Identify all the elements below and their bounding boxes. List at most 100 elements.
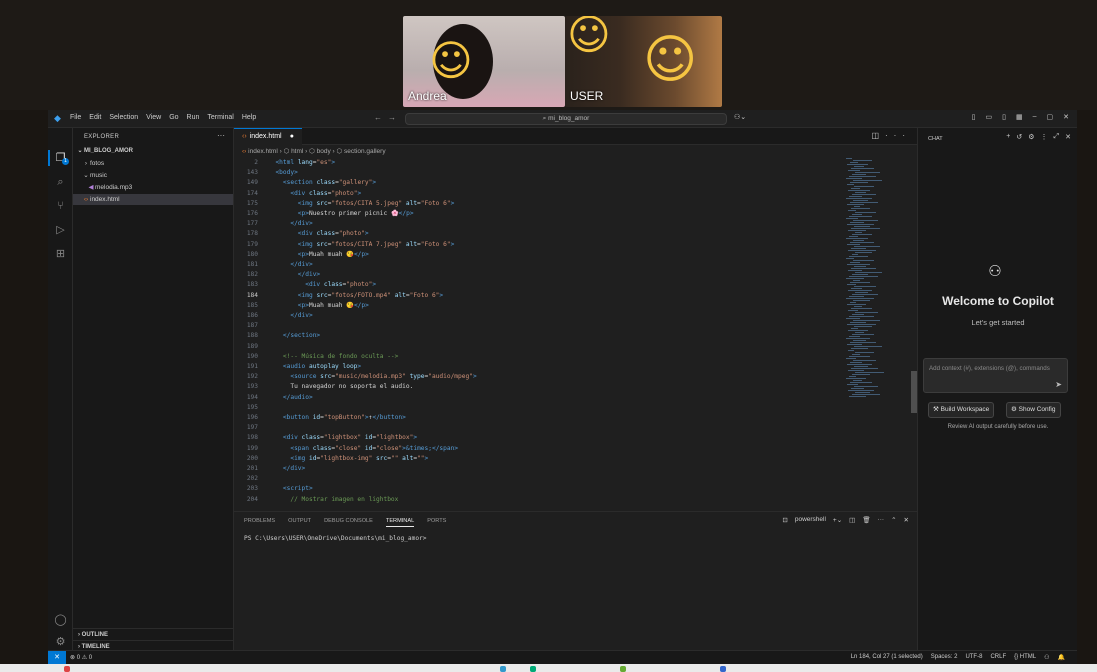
- tree-item-melodia[interactable]: ◀ melodia.mp3: [73, 182, 233, 193]
- layout-panel-icon[interactable]: ▭: [985, 113, 992, 121]
- code-line[interactable]: 198 <div class="lightbox" id="lightbox">: [234, 433, 834, 443]
- unsaved-dot-icon[interactable]: ●: [290, 129, 294, 145]
- encoding[interactable]: UTF-8: [965, 654, 982, 661]
- code-line[interactable]: 175 <img src="fotos/CITA 5.jpeg" alt="Fo…: [234, 199, 834, 209]
- layout-sidebar-icon[interactable]: ▯: [972, 113, 976, 121]
- nav-arrows[interactable]: ←→: [374, 113, 402, 122]
- code-line[interactable]: 149 <section class="gallery">: [234, 178, 834, 189]
- settings-gear-icon[interactable]: ⚙: [1028, 133, 1034, 141]
- code-line[interactable]: 176 <p>Nuestro primer picnic 🌸</p>: [234, 209, 834, 219]
- extensions-icon[interactable]: ⊞: [54, 248, 67, 261]
- close-panel-icon[interactable]: ✕: [904, 516, 909, 524]
- taskbar-app-icon[interactable]: [720, 666, 726, 672]
- code-line[interactable]: 189: [234, 342, 834, 352]
- code-line[interactable]: 188 </section>: [234, 331, 834, 341]
- breadcrumb-item[interactable]: section.gallery: [344, 148, 386, 155]
- tree-item-fotos[interactable]: › fotos: [73, 158, 233, 169]
- code-line[interactable]: 178 <div class="photo">: [234, 229, 834, 239]
- menu-go[interactable]: Go: [169, 114, 178, 121]
- code-line[interactable]: 195: [234, 403, 834, 413]
- build-workspace-button[interactable]: ⚒ Build Workspace: [928, 402, 995, 418]
- tree-item-music[interactable]: ⌄music: [73, 170, 233, 181]
- close-button[interactable]: ✕: [1063, 113, 1069, 121]
- code-editor[interactable]: 2 <html lang="es"> 143 <body> 149 <section…: [234, 158, 834, 510]
- participant-tile-andrea[interactable]: ☺ Andrea: [403, 16, 565, 107]
- indentation[interactable]: Spaces: 2: [931, 654, 958, 661]
- taskbar-app-icon[interactable]: [530, 666, 536, 672]
- tab-output[interactable]: OUTPUT: [288, 518, 311, 527]
- code-line[interactable]: 182 </div>: [234, 270, 834, 280]
- tab-terminal[interactable]: TERMINAL: [385, 518, 415, 527]
- menu-view[interactable]: View: [146, 114, 161, 121]
- customize-layout-icon[interactable]: ▦: [1016, 113, 1023, 121]
- notifications-bell-icon[interactable]: 🔔: [1058, 654, 1065, 661]
- code-line[interactable]: 186 </div>: [234, 311, 834, 321]
- code-line[interactable]: 2 <html lang="es">: [234, 158, 834, 169]
- code-line[interactable]: 204 // Mostrar imagen en lightbox: [234, 495, 834, 505]
- problems-counter[interactable]: ⊗ 0 ⚠ 0: [70, 654, 92, 661]
- show-config-button[interactable]: ⚙ Show Config: [1006, 402, 1061, 418]
- taskbar-app-icon[interactable]: [620, 666, 626, 672]
- layout-secondary-icon[interactable]: ▯: [1002, 113, 1006, 121]
- code-line[interactable]: 191 <audio autoplay loop>: [234, 362, 834, 372]
- taskbar-app-icon[interactable]: [500, 666, 506, 672]
- remote-indicator-icon[interactable]: ✕: [48, 651, 66, 664]
- account-icon[interactable]: ◯: [54, 614, 67, 627]
- search-icon[interactable]: ⌕: [54, 176, 67, 189]
- more-actions-icon[interactable]: ···: [885, 131, 911, 140]
- breadcrumb-item[interactable]: html: [291, 148, 303, 155]
- tab-index-html[interactable]: ‹› index.html ●: [234, 128, 302, 145]
- menu-edit[interactable]: Edit: [89, 114, 101, 121]
- tree-item-index-html[interactable]: ‹› index.html: [73, 194, 233, 205]
- terminal-prompt[interactable]: PS C:\Users\USER\OneDrive\Documents\mi_b…: [244, 535, 427, 542]
- code-line[interactable]: 194 </audio>: [234, 393, 834, 403]
- breadcrumb-item[interactable]: index.html: [248, 148, 278, 155]
- command-center[interactable]: ⌕ mi_blog_amor: [405, 113, 727, 125]
- trash-icon[interactable]: 🗑: [862, 516, 870, 524]
- split-editor-icon[interactable]: ◫: [871, 131, 885, 140]
- minimap[interactable]: [844, 158, 906, 398]
- minimize-button[interactable]: –: [1033, 113, 1037, 121]
- history-icon[interactable]: ↺: [1016, 133, 1022, 141]
- code-line[interactable]: 190 <!-- Música de fondo oculta -->: [234, 352, 834, 362]
- menu-run[interactable]: Run: [187, 114, 200, 121]
- menu-selection[interactable]: Selection: [109, 114, 138, 121]
- code-line[interactable]: 177 </div>: [234, 219, 834, 229]
- outline-section[interactable]: › OUTLINE: [73, 628, 233, 640]
- shell-name[interactable]: powershell: [795, 516, 826, 524]
- copilot-menu-icon[interactable]: ⚇⌄: [734, 113, 746, 121]
- menu-help[interactable]: Help: [242, 114, 256, 121]
- maximize-panel-icon[interactable]: ⌃: [891, 516, 896, 524]
- source-control-icon[interactable]: ⑂: [54, 200, 67, 213]
- maximize-icon[interactable]: ⤢: [1054, 133, 1060, 141]
- breadcrumb-item[interactable]: body: [317, 148, 331, 155]
- code-line[interactable]: 179 <img src="fotos/CITA 7.jpeg" alt="Fo…: [234, 240, 834, 250]
- code-line[interactable]: 201 </div>: [234, 464, 834, 474]
- language-mode[interactable]: {} HTML: [1014, 654, 1036, 661]
- send-icon[interactable]: ➤: [1055, 380, 1062, 389]
- more-actions-icon[interactable]: ···: [878, 516, 885, 524]
- project-root[interactable]: ⌄MI_BLOG_AMOR: [73, 146, 233, 157]
- new-chat-icon[interactable]: +: [1006, 133, 1010, 141]
- tab-ports[interactable]: PORTS: [427, 518, 446, 527]
- code-line[interactable]: 192 <source src="music/melodia.mp3" type…: [234, 372, 834, 382]
- settings-gear-icon[interactable]: ⚙: [54, 636, 67, 649]
- close-icon[interactable]: ✕: [1065, 133, 1071, 141]
- menu-terminal[interactable]: Terminal: [207, 114, 233, 121]
- code-line[interactable]: 183 <div class="photo">: [234, 280, 834, 290]
- code-line[interactable]: 203 <script>: [234, 484, 834, 494]
- more-actions-icon[interactable]: ···: [217, 131, 225, 140]
- tab-debug-console[interactable]: DEBUG CONSOLE: [324, 518, 373, 527]
- copilot-status-icon[interactable]: ⚇: [1044, 654, 1049, 661]
- code-line[interactable]: 196 <button id="topButton">↑</button>: [234, 413, 834, 423]
- code-line[interactable]: 193 Tu navegador no soporta el audio.: [234, 382, 834, 392]
- code-line[interactable]: 187: [234, 321, 834, 331]
- run-debug-icon[interactable]: ▷: [54, 224, 67, 237]
- code-line[interactable]: 199 <span class="close" id="close">&time…: [234, 444, 834, 454]
- more-actions-icon[interactable]: ⋮: [1041, 133, 1048, 141]
- code-line[interactable]: 143 <body>: [234, 168, 834, 179]
- new-terminal-icon[interactable]: +⌄: [833, 516, 842, 524]
- code-line[interactable]: 174 <div class="photo">: [234, 189, 834, 199]
- tab-problems[interactable]: PROBLEMS: [244, 518, 275, 527]
- code-line[interactable]: 184 <img src="fotos/FOTO.mp4" alt="Foto …: [234, 291, 834, 301]
